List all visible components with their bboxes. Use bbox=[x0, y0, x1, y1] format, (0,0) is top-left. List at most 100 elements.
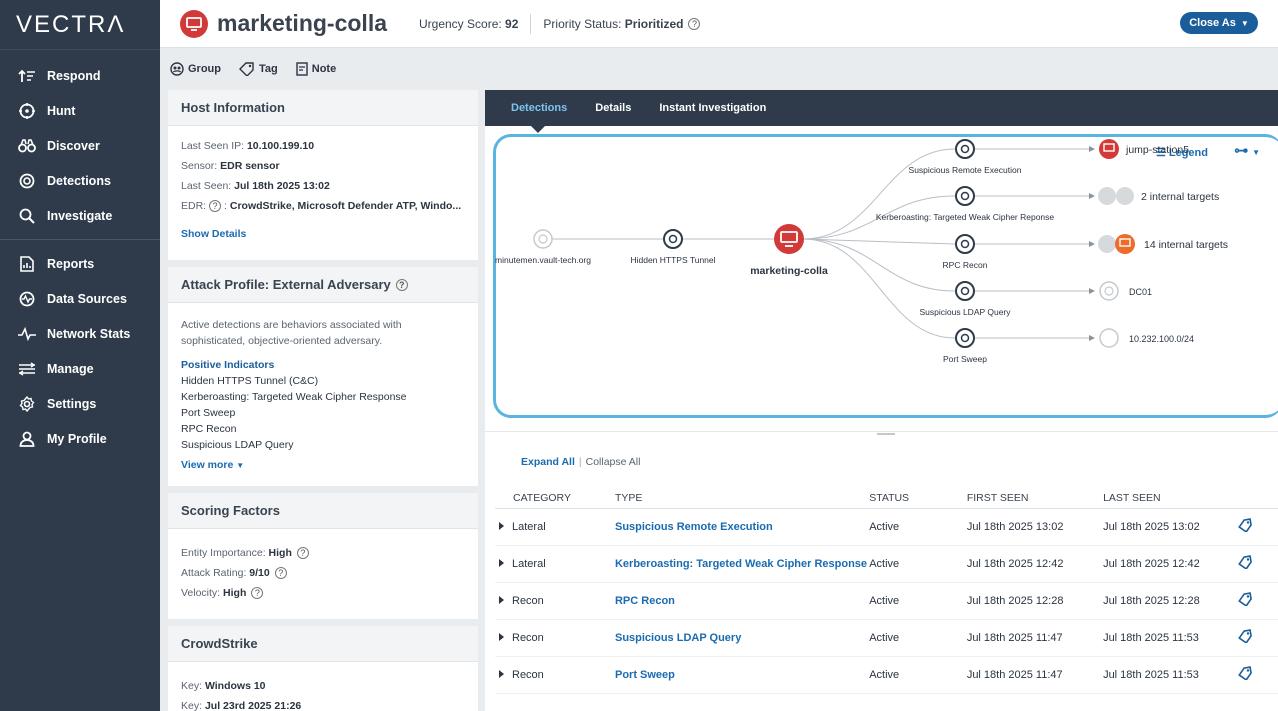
graph-node-label: Suspicious LDAP Query bbox=[919, 307, 1011, 317]
tag-icon[interactable] bbox=[1237, 555, 1253, 571]
graph-node-source[interactable]: minutemen.vault-tech.org bbox=[495, 229, 591, 265]
graph-node-label: Suspicious Remote Execution bbox=[909, 165, 1022, 175]
tag-icon[interactable] bbox=[1237, 629, 1253, 645]
sidebar-item-manage[interactable]: Manage bbox=[0, 351, 160, 386]
table-row[interactable]: Recon Port Sweep Active Jul 18th 2025 11… bbox=[495, 656, 1278, 694]
type-link[interactable]: Suspicious LDAP Query bbox=[614, 619, 870, 657]
type-link[interactable]: RPC Recon bbox=[614, 582, 870, 620]
host-computer-icon bbox=[1099, 139, 1119, 159]
graph-node-label: DC01 bbox=[1129, 287, 1152, 297]
column-header-status[interactable]: STATUS bbox=[869, 488, 967, 509]
tab-details[interactable]: Details bbox=[595, 102, 631, 114]
graph-node-target[interactable]: 2 internal targets bbox=[1098, 187, 1219, 205]
crowdstrike-key-label: Key: bbox=[181, 680, 203, 692]
right-panel: Detections Details Instant Investigation… bbox=[485, 90, 1278, 711]
table-row[interactable]: Lateral Suspicious Remote Execution Acti… bbox=[495, 508, 1278, 546]
graph-node-target[interactable]: jump-station5 bbox=[1099, 139, 1189, 159]
graph-node-detection[interactable]: RPC Recon bbox=[943, 234, 988, 270]
help-icon[interactable]: ? bbox=[274, 567, 287, 580]
help-icon[interactable]: ? bbox=[688, 18, 701, 31]
sidebar-item-respond[interactable]: Respond bbox=[0, 58, 160, 93]
sidebar-item-data-sources[interactable]: Data Sources bbox=[0, 281, 160, 316]
graph-node-label: jump-station5 bbox=[1125, 144, 1189, 156]
velocity-value: High bbox=[223, 587, 247, 599]
table-row[interactable]: Recon RPC Recon Active Jul 18th 2025 12:… bbox=[495, 582, 1278, 620]
collapse-all-link[interactable]: Collapse All bbox=[586, 456, 641, 468]
tag-button[interactable]: Tag bbox=[239, 62, 278, 76]
note-button[interactable]: Note bbox=[296, 62, 336, 76]
last-seen-ip-label: Last Seen IP: bbox=[181, 140, 245, 152]
graph-node-detection[interactable]: Kerberoasting: Targeted Weak Cipher Repo… bbox=[876, 186, 1055, 222]
sidebar-item-label: Manage bbox=[47, 361, 94, 376]
edr-value: CrowdStrike, Microsoft Defender ATP, Win… bbox=[229, 200, 462, 212]
tag-action-cell bbox=[1237, 582, 1278, 620]
sidebar-item-investigate[interactable]: Investigate bbox=[0, 198, 160, 233]
subnet-icon bbox=[1099, 328, 1119, 348]
type-link[interactable]: Port Sweep bbox=[614, 656, 870, 694]
help-icon[interactable]: ? bbox=[296, 547, 309, 560]
graph-node-detection[interactable]: Suspicious LDAP Query bbox=[919, 281, 1011, 317]
tag-action-cell bbox=[1237, 656, 1278, 694]
column-header-category[interactable]: CATEGORY bbox=[495, 488, 615, 509]
expand-caret-icon[interactable] bbox=[499, 595, 504, 604]
column-header-last-seen[interactable]: LAST SEEN bbox=[1103, 488, 1238, 509]
arrow-head bbox=[1089, 241, 1095, 247]
velocity-label: Velocity: bbox=[181, 587, 221, 599]
host-computer-icon bbox=[180, 9, 208, 38]
help-icon[interactable]: ? bbox=[251, 587, 264, 600]
graph-node-detection[interactable]: Suspicious Remote Execution bbox=[909, 139, 1022, 175]
sidebar-item-settings[interactable]: Settings bbox=[0, 386, 160, 421]
host-header: marketing-colla Urgency Score: 92 Priori… bbox=[160, 0, 1278, 48]
expand-all-link[interactable]: Expand All bbox=[521, 456, 575, 468]
graph-node-host[interactable]: marketing-colla bbox=[750, 224, 828, 277]
column-header-type[interactable]: TYPE bbox=[614, 488, 870, 509]
chevron-down-icon: ▼ bbox=[1240, 18, 1249, 28]
group-button[interactable]: Group bbox=[170, 62, 221, 76]
type-link[interactable]: Suspicious Remote Execution bbox=[614, 508, 870, 546]
entity-importance-value: High bbox=[268, 547, 292, 559]
tag-icon[interactable] bbox=[1237, 592, 1253, 608]
group-label: Group bbox=[188, 63, 221, 75]
graph-node-label: Port Sweep bbox=[943, 354, 987, 364]
sidebar-item-label: Respond bbox=[47, 68, 101, 83]
graph-node-detection[interactable]: Port Sweep bbox=[943, 328, 987, 364]
expand-caret-icon[interactable] bbox=[499, 521, 504, 530]
sidebar-item-network-stats[interactable]: Network Stats bbox=[0, 316, 160, 351]
sidebar-item-detections[interactable]: Detections bbox=[0, 163, 160, 198]
arrow-head bbox=[1089, 193, 1095, 199]
expand-caret-icon[interactable] bbox=[499, 632, 504, 641]
graph-node-target[interactable]: 14 internal targets bbox=[1098, 234, 1228, 254]
close-as-button[interactable]: Close As ▼ bbox=[1180, 12, 1258, 34]
entity-importance-label: Entity Importance: bbox=[181, 547, 266, 559]
column-header-first-seen[interactable]: FIRST SEEN bbox=[966, 488, 1104, 509]
graph-node-target[interactable]: DC01 bbox=[1099, 281, 1152, 301]
sidebar-item-discover[interactable]: Discover bbox=[0, 128, 160, 163]
expand-caret-icon[interactable] bbox=[499, 558, 504, 567]
sidebar-item-my-profile[interactable]: My Profile bbox=[0, 421, 160, 456]
help-icon[interactable]: ? bbox=[395, 278, 408, 291]
graph-node-target[interactable]: 10.232.100.0/24 bbox=[1099, 328, 1194, 348]
sidebar-item-label: Investigate bbox=[47, 208, 113, 223]
vectra-logo[interactable]: VECTRΛ bbox=[0, 0, 160, 50]
show-details-link[interactable]: Show Details bbox=[181, 228, 246, 240]
view-more-link[interactable]: View more ▼ bbox=[181, 459, 244, 471]
sidebar-item-hunt[interactable]: Hunt bbox=[0, 93, 160, 128]
host-information-card: Host Information Last Seen IP: 10.100.19… bbox=[168, 90, 478, 260]
sidebar-item-reports[interactable]: Reports bbox=[0, 246, 160, 281]
last-seen-cell: Jul 18th 2025 11:53 bbox=[1103, 619, 1238, 657]
crowdstrike-key-value: Jul 23rd 2025 21:26 bbox=[204, 700, 302, 711]
table-row[interactable]: Lateral Kerberoasting: Targeted Weak Cip… bbox=[495, 545, 1278, 583]
tag-icon[interactable] bbox=[1237, 666, 1253, 682]
expand-caret-icon[interactable] bbox=[499, 669, 504, 678]
edr-label: EDR: bbox=[181, 200, 207, 212]
tab-instant-investigation[interactable]: Instant Investigation bbox=[659, 102, 766, 114]
resize-handle[interactable] bbox=[877, 433, 895, 435]
table-row[interactable]: Recon Suspicious LDAP Query Active Jul 1… bbox=[495, 619, 1278, 657]
graph-node-label: 10.232.100.0/24 bbox=[1129, 334, 1194, 344]
type-link[interactable]: Kerberoasting: Targeted Weak Cipher Resp… bbox=[614, 545, 870, 583]
urgency-score: Urgency Score: 92 bbox=[419, 17, 518, 31]
tag-icon[interactable] bbox=[1237, 518, 1253, 534]
help-icon[interactable]: ? bbox=[209, 200, 222, 213]
tab-detections[interactable]: Detections bbox=[511, 102, 567, 114]
graph-node-detection[interactable]: Hidden HTTPS Tunnel bbox=[630, 229, 716, 265]
